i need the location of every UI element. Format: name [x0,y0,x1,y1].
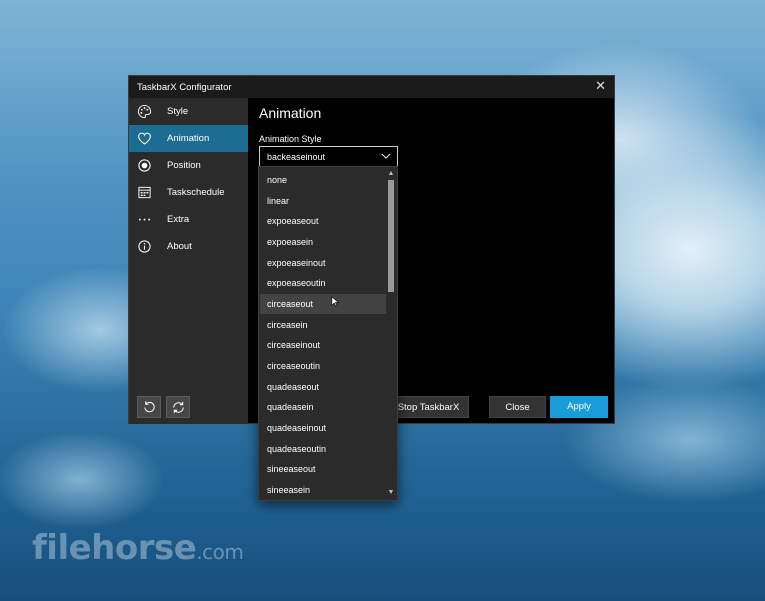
radio-target-icon [138,159,151,172]
palette-icon [137,104,152,119]
animation-style-label: Animation Style [259,134,322,144]
watermark-domain: .com [196,540,244,564]
dropdown-option[interactable]: quadeaseoutin [260,439,386,459]
dropdown-option[interactable]: sineeasein [260,480,386,500]
animation-style-value: backeaseinout [267,152,326,162]
sidebar-item-label: Animation [167,133,210,144]
window-title: TaskbarX Configurator [137,82,232,93]
scroll-up-icon[interactable]: ▲ [387,170,395,178]
dropdown-option[interactable]: circeaseoutin [260,356,386,376]
dropdown-option[interactable]: quadeasein [260,397,386,417]
sidebar-item-label: Position [167,160,201,171]
sidebar-item-animation[interactable]: Animation [129,125,248,152]
refresh-icon [173,401,184,414]
calendar-icon [138,186,151,199]
animation-style-select[interactable]: backeaseinout [259,146,398,167]
sidebar-item-position[interactable]: Position [129,152,248,179]
sidebar-item-extra[interactable]: Extra [129,206,248,233]
dropdown-option[interactable]: expoeaseinout [260,253,386,273]
sidebar-item-style[interactable]: Style [129,98,248,125]
sidebar-item-about[interactable]: About [129,233,248,260]
more-dots-icon [138,218,151,221]
watermark-brand: filehorse [32,528,197,568]
stop-taskbarx-button[interactable]: Stop TaskbarX [388,396,469,418]
scroll-down-icon[interactable]: ▼ [387,489,395,497]
restore-icon [144,401,155,413]
refresh-button[interactable] [166,396,190,418]
dropdown-option[interactable]: quadeaseinout [260,418,386,438]
close-button[interactable]: Close [489,396,546,418]
restore-defaults-button[interactable] [137,396,161,418]
dropdown-option[interactable]: linear [260,191,386,211]
dropdown-option-hovered[interactable]: circeaseout [260,294,386,314]
sidebar-item-label: Taskschedule [167,187,225,198]
dropdown-scrollbar[interactable]: ▲ ▼ [386,168,396,499]
chevron-down-icon [381,153,391,159]
dropdown-option[interactable]: sineeaseout [260,459,386,479]
dropdown-option[interactable]: circeaseinout [260,335,386,355]
dropdown-option[interactable]: expoeaseout [260,211,386,231]
dropdown-option[interactable]: expoeasein [260,232,386,252]
sidebar-item-label: Extra [167,214,190,225]
dropdown-option[interactable]: circeasein [260,315,386,335]
sidebar-item-label: Style [167,106,189,117]
watermark: filehorse.com [32,528,244,568]
scrollbar-thumb[interactable] [388,180,394,292]
mouse-cursor-icon [331,296,339,307]
close-icon[interactable]: ✕ [595,79,606,93]
heart-icon [138,132,151,145]
info-icon [138,240,151,253]
sidebar-item-taskschedule[interactable]: Taskschedule [129,179,248,206]
page-title: Animation [259,105,322,121]
dropdown-option[interactable]: quadeaseout [260,377,386,397]
title-bar: TaskbarX Configurator ✕ [129,76,614,98]
apply-button[interactable]: Apply [550,396,608,418]
sidebar-item-label: About [167,241,192,252]
animation-style-dropdown: none linear expoeaseout expoeasein expoe… [258,166,398,501]
dropdown-option[interactable]: none [260,170,386,190]
dropdown-option[interactable]: expoeaseoutin [260,273,386,293]
sidebar: Style Animation Position Taskschedule Ex… [129,98,248,424]
